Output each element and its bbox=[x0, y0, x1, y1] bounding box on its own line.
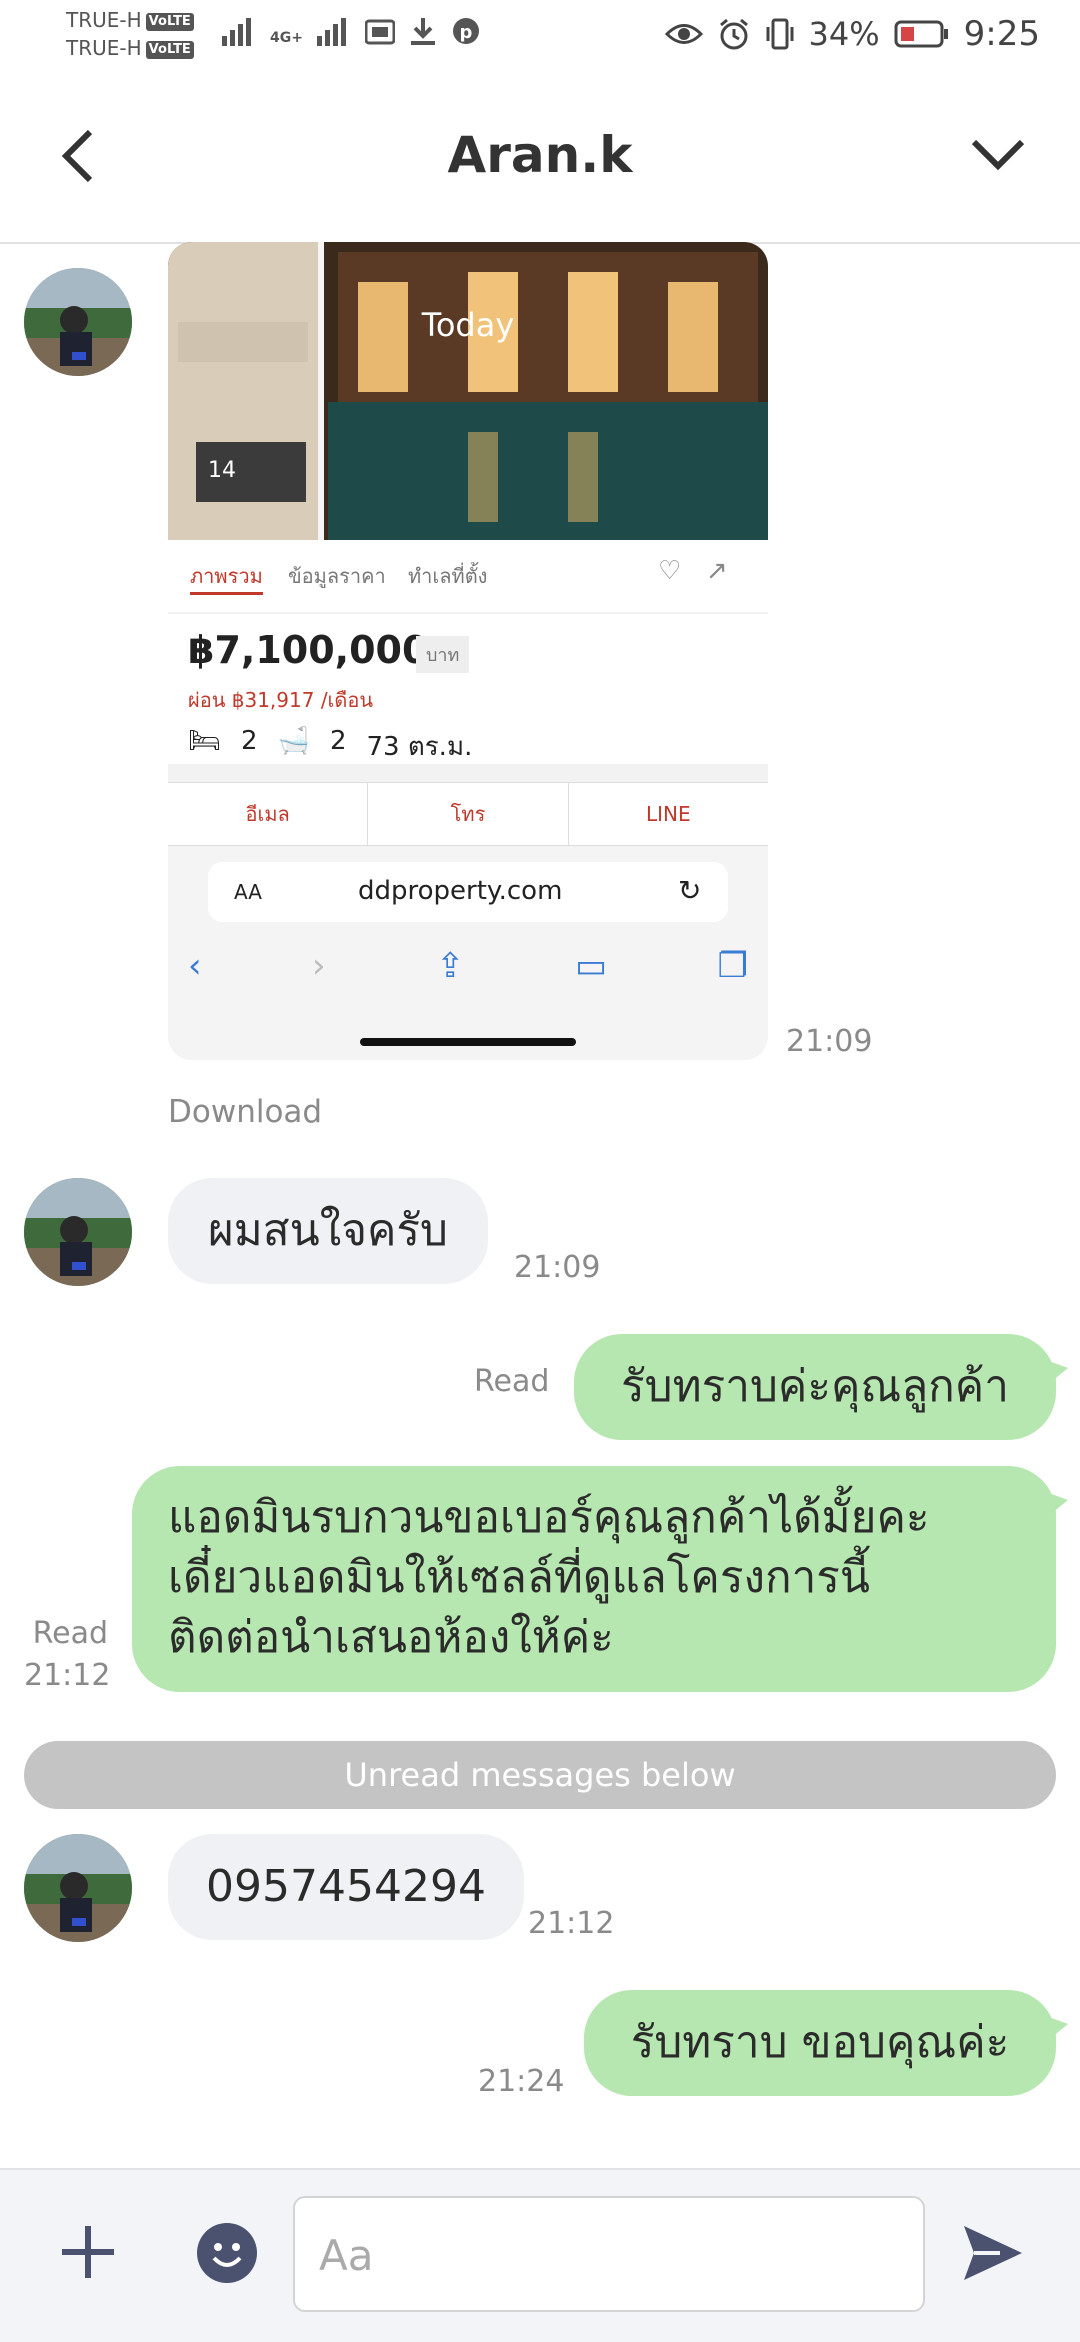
bath-icon: 🛁 bbox=[277, 726, 310, 756]
avatar-image bbox=[24, 268, 132, 376]
message-time: 21:09 bbox=[514, 1250, 601, 1285]
tab-overview: ภาพรวม bbox=[190, 560, 263, 595]
baths-count: 2 bbox=[329, 726, 347, 756]
bookmarks-icon: ▭ bbox=[574, 946, 608, 986]
monthly-payment: ผ่อน ฿31,917 /เดือน bbox=[188, 688, 374, 712]
chevron-down-icon[interactable] bbox=[970, 136, 1026, 172]
message-line: เดี๋ยวแอดมินให้เซลล์ที่ดูแลโครงการนี้ bbox=[168, 1552, 871, 1603]
call-action: โทร bbox=[368, 783, 569, 845]
outgoing-message[interactable]: รับทราบ ขอบคุณค่ะ bbox=[584, 1990, 1056, 2096]
reload-icon: ↻ bbox=[678, 874, 702, 907]
battery-percent: 34% bbox=[808, 15, 880, 53]
browser-forward-icon: › bbox=[312, 946, 326, 986]
address-bar: AA ddproperty.com ↻ bbox=[208, 862, 728, 922]
emoji-icon[interactable] bbox=[196, 2222, 258, 2284]
tab-location: ทำเลที่ตั้ง bbox=[408, 564, 488, 588]
tabs-icon: ❐ bbox=[717, 946, 748, 986]
price: ฿7,100,000 bbox=[188, 628, 429, 672]
battery-icon bbox=[894, 20, 948, 48]
message-input[interactable]: Aa bbox=[293, 2196, 925, 2312]
status-right: 34% 9:25 bbox=[664, 14, 1040, 54]
status-bar: TRUE-H VoLTE TRUE-H VoLTE 4G+ p 34% 9:25 bbox=[0, 0, 1080, 76]
message-time: 21:12 bbox=[24, 1658, 111, 1693]
message-time: 21:24 bbox=[478, 2064, 565, 2099]
read-receipt: Read bbox=[32, 1616, 108, 1651]
price-block: ฿7,100,000 บาท ผ่อน ฿31,917 /เดือน 🛏 2 🛁 2… bbox=[168, 614, 768, 764]
incoming-message[interactable]: ผมสนใจครับ bbox=[168, 1178, 488, 1284]
clock: 9:25 bbox=[963, 14, 1040, 54]
tab-price: ข้อมูลราคา bbox=[288, 564, 386, 588]
bubble-tail bbox=[1046, 2016, 1068, 2042]
heart-icon: ♡ bbox=[658, 556, 682, 586]
pinterest-icon: p bbox=[452, 18, 479, 44]
bubble-tail bbox=[1046, 1492, 1068, 1518]
avatar[interactable] bbox=[24, 268, 132, 376]
outgoing-message[interactable]: แอดมินรบกวนขอเบอร์คุณลูกค้าได้มั้ยคะ เดี… bbox=[132, 1466, 1056, 1692]
chat-title: Aran.k bbox=[447, 126, 633, 184]
browser-share-icon: ⇪ bbox=[436, 946, 465, 986]
url: ddproperty.com bbox=[358, 876, 563, 906]
unread-divider: Unread messages below bbox=[24, 1741, 1056, 1809]
signal-icon bbox=[316, 18, 346, 46]
listing-tabs: ภาพรวม ข้อมูลราคา ทำเลที่ตั้ง ♡ ↗ bbox=[168, 540, 768, 612]
message-time: 21:12 bbox=[528, 1906, 615, 1941]
avatar-image bbox=[24, 1178, 132, 1286]
signal-indicators: 4G+ p bbox=[222, 16, 481, 46]
email-action: อีเมล bbox=[168, 783, 369, 845]
bubble-tail bbox=[1046, 1360, 1068, 1386]
contact-actions: อีเมล โทร LINE bbox=[168, 782, 768, 846]
text-size: AA bbox=[234, 880, 262, 904]
avatar-image bbox=[24, 1834, 132, 1942]
property-photo-image bbox=[168, 242, 768, 540]
price-unit: บาท bbox=[416, 636, 470, 673]
date-label: Today bbox=[421, 306, 515, 344]
beds-count: 2 bbox=[241, 726, 258, 756]
share-icon: ↗ bbox=[706, 556, 728, 586]
download-link[interactable]: Download bbox=[168, 1094, 322, 1130]
outgoing-message[interactable]: รับทราบค่ะคุณลูกค้า bbox=[574, 1334, 1056, 1440]
download-icon bbox=[410, 18, 435, 45]
property-specs: 🛏 2 🛁 2 73 ตร.ม. bbox=[188, 726, 472, 767]
line-action: LINE bbox=[646, 802, 691, 826]
message-time: 21:09 bbox=[786, 1024, 873, 1059]
home-indicator bbox=[360, 1038, 576, 1046]
vibrate-icon bbox=[766, 18, 794, 50]
alarm-icon bbox=[719, 18, 748, 50]
bed-icon: 🛏 bbox=[188, 726, 222, 756]
property-photo: Today 14 bbox=[168, 242, 768, 540]
notification-app-icon bbox=[364, 19, 395, 45]
image-message[interactable]: Today 14 ภาพรวม ข้อมูลราคา ทำเลที่ตั้ง ♡… bbox=[168, 242, 768, 1060]
avatar[interactable] bbox=[24, 1178, 132, 1286]
plus-icon[interactable] bbox=[60, 2224, 116, 2280]
signal-icon bbox=[222, 18, 251, 46]
carrier-info: TRUE-H VoLTE TRUE-H VoLTE bbox=[66, 6, 194, 62]
browser-back-icon: ‹ bbox=[188, 946, 202, 986]
browser-toolbar: ‹ › ⇪ ▭ ❐ bbox=[188, 946, 748, 986]
photo-count: 14 bbox=[208, 458, 236, 483]
eye-icon bbox=[664, 24, 703, 44]
message-line: แอดมินรบกวนขอเบอร์คุณลูกค้าได้มั้ยคะ bbox=[168, 1492, 930, 1543]
read-receipt: Read bbox=[474, 1364, 550, 1399]
message-line: ติดต่อนำเสนอห้องให้ค่ะ bbox=[168, 1612, 614, 1663]
carrier-1: TRUE-H bbox=[66, 8, 142, 32]
carrier-2: TRUE-H bbox=[66, 36, 142, 60]
volte-badge: VoLTE bbox=[145, 12, 194, 31]
svg-text:p: p bbox=[460, 22, 473, 43]
volte-badge: VoLTE bbox=[145, 40, 194, 59]
incoming-message[interactable]: 0957454294 bbox=[168, 1834, 524, 1940]
browser-chrome: AA ddproperty.com ↻ ‹ › ⇪ ▭ ❐ bbox=[168, 846, 768, 1060]
network-type: 4G+ bbox=[270, 30, 303, 46]
area: 73 ตร.ม. bbox=[366, 732, 473, 762]
send-icon[interactable] bbox=[960, 2222, 1026, 2284]
avatar[interactable] bbox=[24, 1834, 132, 1942]
chat-header: Aran.k bbox=[0, 76, 1080, 244]
